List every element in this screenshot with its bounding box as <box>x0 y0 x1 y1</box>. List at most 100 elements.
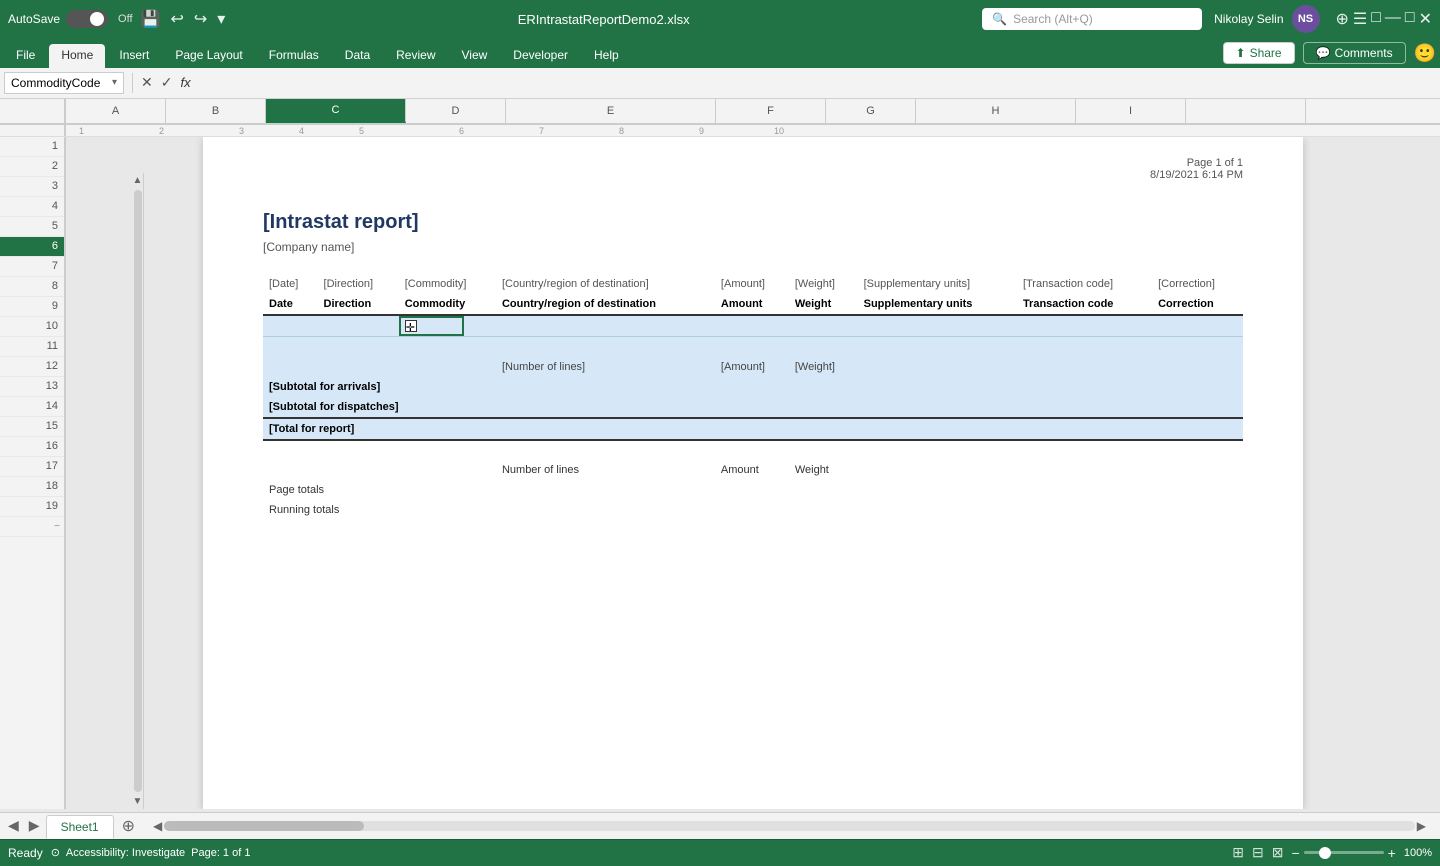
normal-view-icon[interactable]: ⊞ <box>1232 844 1244 861</box>
page-totals-empty3 <box>1152 480 1243 500</box>
vertical-scrollbar[interactable]: ▲ ▼ <box>132 173 144 809</box>
row-num-15: 15 <box>0 417 64 437</box>
col-header-D[interactable]: D <box>406 99 506 123</box>
th-commodity: Commodity <box>399 294 496 315</box>
scrollbar-thumb[interactable] <box>164 821 364 831</box>
col-header-B[interactable]: B <box>166 99 266 123</box>
tick-3: 3 <box>166 126 246 136</box>
app: AutoSave Off 💾 ↩ ↪ ▾ ERIntrastatReportDe… <box>0 0 1440 866</box>
scroll-down-arrow[interactable]: ▼ <box>133 796 143 807</box>
name-box-dropdown[interactable]: ▾ <box>112 77 117 88</box>
col-header-H[interactable]: H <box>916 99 1076 123</box>
user-avatar[interactable]: NS <box>1292 5 1320 33</box>
customize-icon[interactable]: ▾ <box>217 9 225 29</box>
col-header-F[interactable]: F <box>716 99 826 123</box>
formula-input[interactable] <box>195 76 1436 90</box>
row-num-14: 14 <box>0 397 64 417</box>
zoom-in-button[interactable]: + <box>1388 845 1396 861</box>
redo-icon[interactable]: ↪ <box>194 9 207 29</box>
confirm-formula-icon[interactable]: ✓ <box>161 74 173 91</box>
data-date <box>263 315 318 337</box>
tab-review[interactable]: Review <box>384 44 447 68</box>
page-layout-view-icon[interactable]: ⊟ <box>1252 844 1264 861</box>
row-num-3: 3 <box>0 177 64 197</box>
search-bar[interactable]: 🔍 Search (Alt+Q) <box>982 8 1202 30</box>
data-weight <box>789 315 858 337</box>
th-country-placeholder: [Country/region of destination] <box>496 274 715 294</box>
col-header-C[interactable]: C <box>266 99 406 123</box>
col-header-E[interactable]: E <box>506 99 716 123</box>
horizontal-scrollbar-container: ◀ ▶ <box>151 817 1428 835</box>
zoom-slider[interactable] <box>1304 851 1384 854</box>
scroll-thumb[interactable] <box>134 190 142 792</box>
autosave-toggle[interactable] <box>66 10 108 28</box>
share-icon[interactable]: □ <box>1371 9 1381 29</box>
help-icon[interactable]: ⊕ <box>1336 9 1349 29</box>
macro-icon[interactable]: ⊙ <box>51 846 60 859</box>
zoom-out-button[interactable]: − <box>1291 845 1299 861</box>
data-commodity: ✛ <box>399 315 464 337</box>
comments-button[interactable]: 💬 Comments <box>1303 42 1406 64</box>
zoom-slider-container: − + <box>1291 845 1395 861</box>
empty-cell-12 <box>263 440 1243 460</box>
col-header-G[interactable]: G <box>826 99 916 123</box>
fx-label[interactable]: fx <box>180 75 190 90</box>
tick-track: 1 2 3 4 5 6 7 8 9 10 <box>66 125 1440 136</box>
tab-insert[interactable]: Insert <box>107 44 161 68</box>
tick-7: 7 <box>466 126 546 136</box>
col-header-extra <box>1186 99 1306 123</box>
footer-th-empty5 <box>858 460 1017 480</box>
th-date-placeholder: [Date] <box>263 274 318 294</box>
tab-formulas[interactable]: Formulas <box>257 44 331 68</box>
share-button[interactable]: ⬆ Share <box>1223 42 1295 64</box>
minimize-icon[interactable]: — <box>1385 9 1401 29</box>
tab-home[interactable]: Home <box>49 44 105 68</box>
footer-th-empty1 <box>263 460 318 480</box>
sheet-tab-sheet1[interactable]: Sheet1 <box>46 815 114 839</box>
autosave-toggle-knob <box>90 12 104 26</box>
formula-icons: ✕ ✓ fx <box>141 74 191 91</box>
hscroll-right-arrow[interactable]: ▶ <box>1415 817 1428 835</box>
maximize-icon[interactable]: □ <box>1405 9 1415 29</box>
accessibility-label: Accessibility: Investigate <box>66 847 185 859</box>
name-box[interactable]: CommodityCode ▾ <box>4 72 124 94</box>
add-sheet-button[interactable]: ⊕ <box>116 814 141 838</box>
comments-icon: 💬 <box>1316 46 1331 60</box>
formula-bar: CommodityCode ▾ ✕ ✓ fx <box>0 68 1440 99</box>
tab-help[interactable]: Help <box>582 44 631 68</box>
data-country <box>496 315 715 337</box>
name-box-value: CommodityCode <box>11 76 100 90</box>
running-totals-empty2 <box>1017 500 1152 520</box>
close-icon[interactable]: ✕ <box>1419 9 1432 29</box>
tick-4: 4 <box>246 126 306 136</box>
ribbon-icon[interactable]: ☰ <box>1353 9 1367 29</box>
horizontal-scrollbar[interactable] <box>164 821 1415 831</box>
cursor-cross[interactable]: ✛ <box>405 320 417 332</box>
tab-page-layout[interactable]: Page Layout <box>163 44 254 68</box>
tab-data[interactable]: Data <box>333 44 382 68</box>
comments-label: Comments <box>1335 46 1393 60</box>
share-label: Share <box>1250 46 1282 60</box>
col-header-I[interactable]: I <box>1076 99 1186 123</box>
tab-file[interactable]: File <box>4 44 47 68</box>
col-header-A[interactable]: A <box>66 99 166 123</box>
page-break-view-icon[interactable]: ⊠ <box>1272 844 1284 861</box>
cancel-formula-icon[interactable]: ✕ <box>141 74 153 91</box>
hscroll-left-arrow[interactable]: ◀ <box>151 817 164 835</box>
tab-developer[interactable]: Developer <box>501 44 580 68</box>
save-icon[interactable]: 💾 <box>141 9 161 29</box>
tab-view[interactable]: View <box>450 44 500 68</box>
tick-9: 9 <box>626 126 706 136</box>
scroll-up-arrow[interactable]: ▲ <box>133 175 143 186</box>
empty-row-12 <box>263 440 1243 460</box>
undo-icon[interactable]: ↩ <box>170 9 183 29</box>
user-initials: NS <box>1298 13 1313 25</box>
running-totals-label: Running totals <box>263 500 496 520</box>
sheet-nav-left[interactable]: ◀ <box>4 815 23 836</box>
page-info: Page 1 of 1 8/19/2021 6:14 PM <box>263 157 1243 181</box>
sheet-nav-right[interactable]: ▶ <box>25 815 44 836</box>
tick-spacer <box>0 125 66 136</box>
emoji-button[interactable]: 🙂 <box>1414 43 1436 64</box>
page-preview: ▲ ▼ Page 1 of 1 8/19/2021 6:14 PM [Intra… <box>66 137 1440 809</box>
tick-10: 10 <box>706 126 786 136</box>
